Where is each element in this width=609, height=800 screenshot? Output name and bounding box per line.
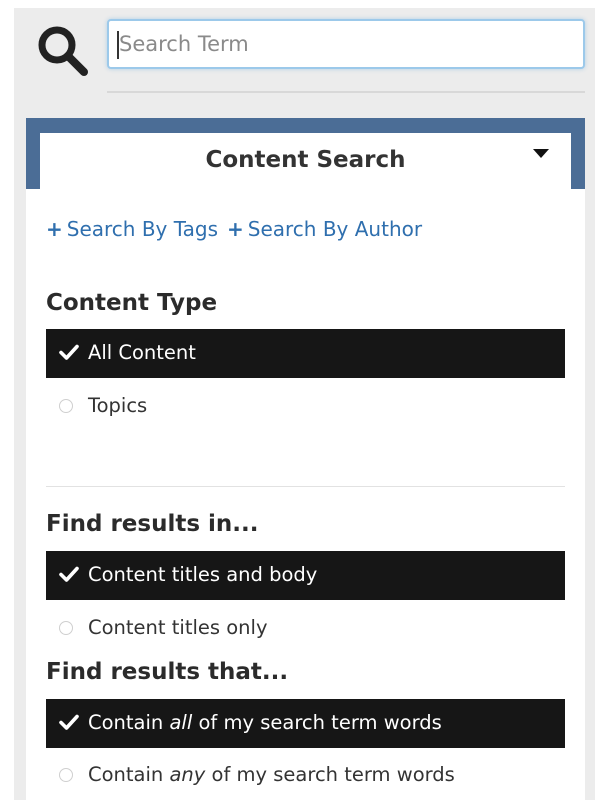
label-text: of my search term words (192, 711, 442, 734)
panel-header[interactable]: Content Search (40, 133, 571, 189)
find-results-that-heading: Find results that... (46, 659, 289, 685)
panel-title: Content Search (205, 147, 406, 173)
option-label: Contain any of my search term words (88, 763, 455, 786)
option-all-content[interactable]: All Content (46, 329, 565, 378)
plus-icon: + (46, 217, 63, 241)
content-type-heading: Content Type (46, 290, 218, 316)
find-results-in-heading: Find results in... (46, 511, 259, 537)
radio-empty-icon (59, 621, 73, 635)
option-label: Content titles and body (88, 563, 318, 586)
label-text: Contain (88, 763, 170, 786)
label-emphasis: any (169, 763, 206, 786)
checkmark-icon (59, 566, 79, 582)
search-by-tags-label: Search By Tags (66, 217, 219, 241)
search-by-author-link[interactable]: + Search By Author (227, 217, 422, 241)
plus-icon: + (227, 217, 244, 241)
checkmark-icon (59, 714, 79, 730)
option-contain-all[interactable]: Contain all of my search term words (46, 699, 565, 748)
radio-empty-icon (59, 399, 73, 413)
label-text: of my search term words (205, 763, 455, 786)
option-label: Contain all of my search term words (88, 711, 442, 734)
option-label: Topics (88, 394, 148, 417)
divider (107, 91, 585, 93)
label-text: Contain (88, 711, 170, 734)
text-cursor (117, 31, 119, 59)
option-contain-any[interactable]: Contain any of my search term words (46, 751, 565, 800)
section-divider (46, 486, 565, 487)
radio-empty-icon (59, 768, 73, 782)
search-by-tags-link[interactable]: + Search By Tags (46, 217, 218, 241)
option-titles-only[interactable]: Content titles only (46, 604, 565, 653)
caret-down-icon[interactable] (533, 149, 549, 158)
option-topics[interactable]: Topics (46, 382, 565, 431)
search-icon[interactable] (34, 22, 90, 78)
option-label: Content titles only (88, 616, 268, 639)
label-emphasis: all (169, 711, 193, 734)
option-label: All Content (88, 341, 196, 364)
option-titles-and-body[interactable]: Content titles and body (46, 551, 565, 600)
checkmark-icon (59, 344, 79, 360)
search-by-author-label: Search By Author (247, 217, 423, 241)
search-input[interactable] (107, 19, 585, 69)
